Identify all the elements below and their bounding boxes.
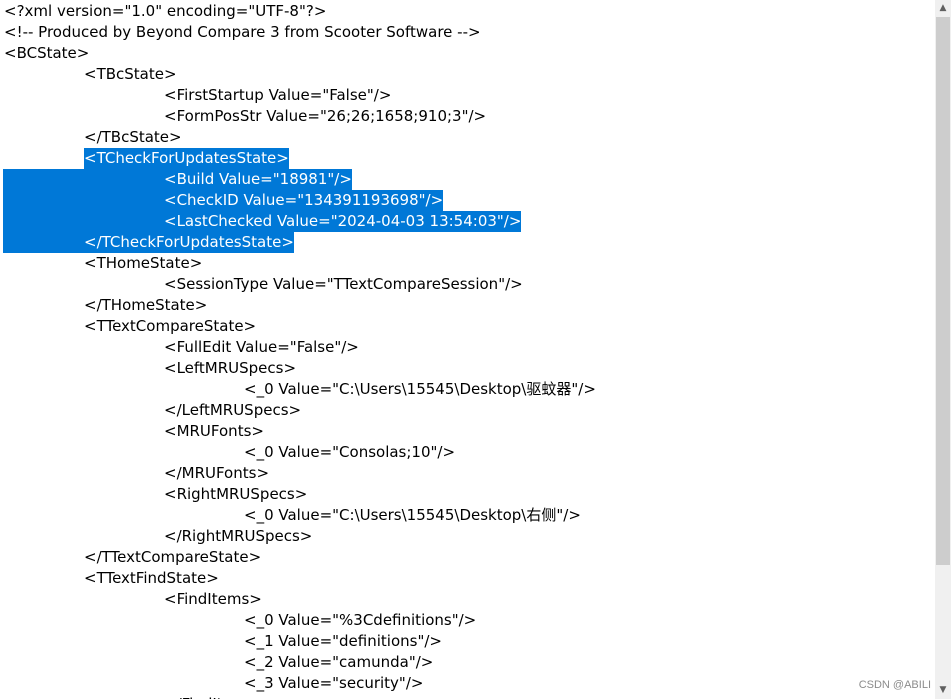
code-line[interactable]: <RightMRUSpecs> bbox=[164, 484, 307, 505]
code-line[interactable]: <MRUFonts> bbox=[164, 421, 264, 442]
code-line[interactable]: <FindItems> bbox=[164, 589, 262, 610]
code-line[interactable]: <TTextFindState> bbox=[84, 568, 219, 589]
code-line[interactable]: </TBcState> bbox=[84, 127, 182, 148]
code-line[interactable]: <FirstStartup Value="False"/> bbox=[164, 85, 391, 106]
code-line[interactable]: <LeftMRUSpecs> bbox=[164, 358, 296, 379]
code-line[interactable]: </TTextCompareState> bbox=[84, 547, 261, 568]
code-line[interactable]: <_1 Value="definitions"/> bbox=[244, 631, 442, 652]
code-line[interactable]: <SessionType Value="TTextCompareSession"… bbox=[164, 274, 523, 295]
watermark: CSDN @ABILI bbox=[858, 679, 931, 691]
code-line[interactable]: <_0 Value="Consolas;10"/> bbox=[244, 442, 455, 463]
scroll-up-arrow-icon[interactable]: ▲ bbox=[935, 0, 951, 17]
code-line[interactable]: <FormPosStr Value="26;26;1658;910;3"/> bbox=[164, 106, 486, 127]
code-line-selected[interactable]: <LastChecked Value="2024-04-03 13:54:03"… bbox=[3, 211, 522, 232]
code-line[interactable]: <THomeState> bbox=[84, 253, 202, 274]
code-line[interactable]: </FindItems> bbox=[164, 694, 267, 699]
code-line[interactable]: <!-- Produced by Beyond Compare 3 from S… bbox=[4, 22, 481, 43]
code-line[interactable]: </THomeState> bbox=[84, 295, 207, 316]
code-line[interactable]: <_3 Value="security"/> bbox=[244, 673, 423, 694]
code-line-selected[interactable]: <TCheckForUpdatesState> bbox=[84, 148, 289, 169]
text-editor[interactable]: <?xml version="1.0" encoding="UTF-8"?> <!… bbox=[0, 0, 935, 699]
code-line[interactable]: <_0 Value="C:\Users\15545\Desktop\驱蚊器"/> bbox=[244, 379, 596, 400]
scroll-down-arrow-icon[interactable]: ▼ bbox=[935, 682, 951, 699]
code-line[interactable]: </MRUFonts> bbox=[164, 463, 269, 484]
code-line-selected[interactable]: <Build Value="18981"/> bbox=[3, 169, 352, 190]
scroll-thumb[interactable] bbox=[936, 17, 950, 565]
code-line[interactable]: <_0 Value="%3Cdefinitions"/> bbox=[244, 610, 476, 631]
code-line[interactable]: </RightMRUSpecs> bbox=[164, 526, 312, 547]
code-line[interactable]: <?xml version="1.0" encoding="UTF-8"?> bbox=[4, 1, 326, 22]
code-line[interactable]: <TTextCompareState> bbox=[84, 316, 256, 337]
code-line[interactable]: <_2 Value="camunda"/> bbox=[244, 652, 433, 673]
code-line[interactable]: </LeftMRUSpecs> bbox=[164, 400, 301, 421]
code-line[interactable]: <TBcState> bbox=[84, 64, 177, 85]
code-line-selected[interactable]: <CheckID Value="134391193698"/> bbox=[3, 190, 444, 211]
code-line-selected[interactable]: </TCheckForUpdatesState> bbox=[3, 232, 294, 253]
vertical-scrollbar[interactable]: ▲ ▼ bbox=[935, 0, 951, 699]
code-line[interactable]: <BCState> bbox=[4, 43, 89, 64]
code-line[interactable]: <FullEdit Value="False"/> bbox=[164, 337, 359, 358]
code-line[interactable]: <_0 Value="C:\Users\15545\Desktop\右侧"/> bbox=[244, 505, 581, 526]
